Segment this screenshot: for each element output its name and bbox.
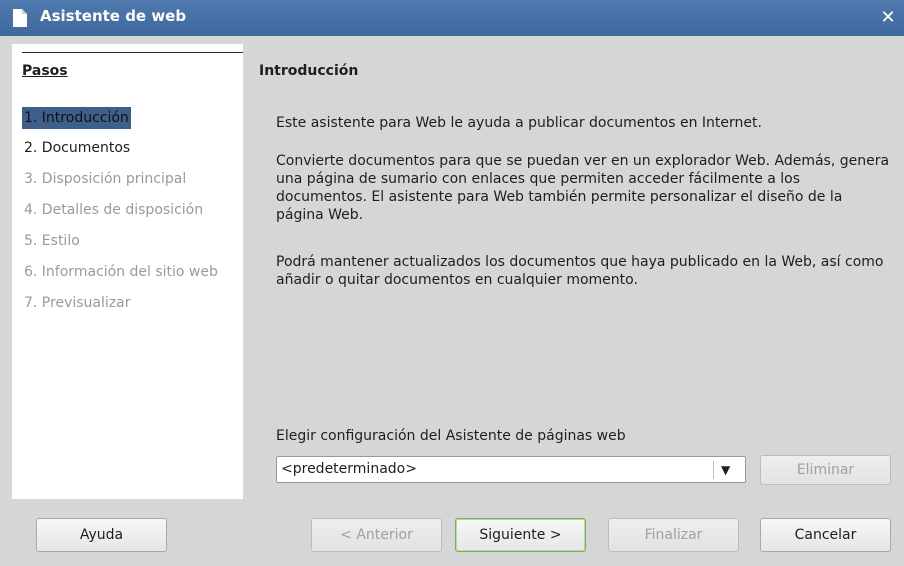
title-bar[interactable]: Asistente de web ✕ <box>0 0 904 36</box>
page-title: Introducción <box>259 63 359 79</box>
step-estilo: 5. Estilo <box>24 233 80 249</box>
description-paragraph: Convierte documentos para que se puedan … <box>276 153 890 223</box>
intro-paragraph: Este asistente para Web le ayuda a publi… <box>276 115 762 131</box>
step-detalles-disposicion: 4. Detalles de disposición <box>24 202 204 218</box>
combo-separator <box>713 461 714 479</box>
step-informacion-sitio-web: 6. Información del sitio web <box>24 264 218 280</box>
step-introduccion[interactable]: 1. Introducción <box>22 107 131 129</box>
previous-button[interactable]: < Anterior <box>311 518 442 552</box>
wizard-window: Asistente de web ✕ Pasos 1. Introducción… <box>0 0 904 566</box>
cancel-button[interactable]: Cancelar <box>760 518 891 552</box>
steps-sidebar: Pasos 1. Introducción 2. Documentos 3. D… <box>12 44 243 499</box>
document-icon <box>13 9 27 27</box>
help-button[interactable]: Ayuda <box>36 518 167 552</box>
step-previsualizar: 7. Previsualizar <box>24 295 131 311</box>
next-button[interactable]: Siguiente > <box>455 518 586 552</box>
config-select-value: <predeterminado> <box>281 461 417 477</box>
step-disposicion-principal: 3. Disposición principal <box>24 171 187 187</box>
delete-config-button[interactable]: Eliminar <box>760 455 891 485</box>
maintenance-paragraph: Podrá mantener actualizados los document… <box>276 254 884 288</box>
config-label: Elegir configuración del Asistente de pá… <box>276 428 626 444</box>
steps-title: Pasos <box>22 63 68 79</box>
chevron-down-icon[interactable]: ▼ <box>721 459 730 481</box>
sidebar-divider <box>22 52 243 53</box>
step-documentos[interactable]: 2. Documentos <box>22 137 132 159</box>
finish-button[interactable]: Finalizar <box>608 518 739 552</box>
config-select[interactable]: <predeterminado> ▼ <box>276 456 746 483</box>
close-icon[interactable]: ✕ <box>878 8 898 28</box>
window-title: Asistente de web <box>40 7 187 25</box>
